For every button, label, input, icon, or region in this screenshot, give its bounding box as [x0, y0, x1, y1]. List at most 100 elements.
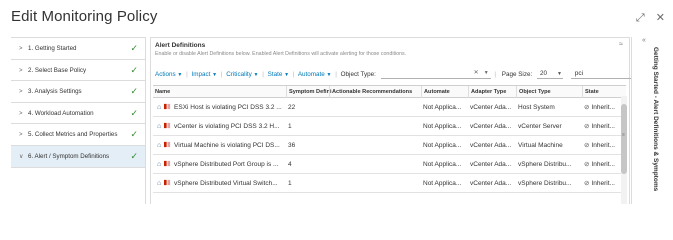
- alert-definitions-grid: Name Symptom Defini Actionable Recommend…: [153, 85, 626, 205]
- toolbar-divider: |: [186, 71, 188, 78]
- cell-symptom: 22: [288, 104, 296, 111]
- step-label: 3. Analysis Settings: [28, 88, 82, 95]
- check-icon: ✓: [130, 64, 138, 75]
- table-row[interactable]: ⌂ vSphere Distributed Virtual Switch... …: [153, 174, 626, 193]
- cell-name: ⌂ ESXi Host is violating PCI DSS 3.2 ...: [157, 103, 282, 111]
- toolbar-divider: |: [220, 71, 223, 78]
- step-getting-started[interactable]: >1. Getting Started ✓: [11, 38, 145, 60]
- header-buttons: ⤢ ✕: [628, 11, 665, 25]
- inherited-icon: ⊘: [584, 161, 590, 168]
- table-row[interactable]: ⌂ vCenter is violating PCI DSS 3.2 H... …: [153, 117, 626, 136]
- expand-icon[interactable]: ⤢: [636, 12, 645, 24]
- chevron-down-icon: ▼: [284, 72, 290, 78]
- search-input[interactable]: pci: [570, 69, 631, 80]
- table-row[interactable]: ⌂ vSphere Distributed Port Group is ... …: [153, 155, 626, 174]
- object-type-label: Object Type:: [340, 71, 376, 78]
- col-object-type[interactable]: Object Type: [516, 86, 582, 98]
- step-analysis-settings[interactable]: >3. Analysis Settings ✓: [11, 81, 145, 103]
- chevron-down-icon: ▼: [326, 72, 332, 78]
- table-row[interactable]: ⌂ ESXi Host is violating PCI DSS 3.2 ...…: [153, 98, 626, 117]
- grid-toolbar: Actions ▼ | Impact ▼ | Criticality ▼ | S…: [155, 68, 631, 81]
- col-automate[interactable]: Automate: [421, 86, 468, 98]
- impact-filter[interactable]: Impact ▼: [192, 71, 218, 78]
- cell-state: ⊘ Inherit...: [584, 104, 615, 111]
- collapse-panel-icon[interactable]: «: [642, 37, 646, 44]
- check-icon: ✓: [130, 129, 138, 139]
- cell-name: ⌂ vCenter is violating PCI DSS 3.2 H...: [157, 122, 280, 130]
- col-actionable-recommendations[interactable]: Actionable Recommendations: [329, 86, 423, 98]
- step-alert-symptom-definitions[interactable]: ∨ 6. Alert / Symptom Definitions ✓: [11, 145, 145, 168]
- step-collect-metrics[interactable]: >5. Collect Metrics and Properties ✓: [11, 124, 145, 146]
- chevron-down-icon: ▼: [212, 72, 218, 78]
- step-label: 1. Getting Started: [28, 45, 77, 52]
- chevron-down-icon: ▼: [253, 72, 259, 78]
- close-icon[interactable]: ✕: [656, 12, 665, 24]
- toolbar-divider: |: [335, 71, 337, 78]
- inherited-icon: ⊘: [584, 180, 590, 187]
- cell-state: ⊘ Inherit...: [584, 180, 615, 187]
- state-filter[interactable]: State ▼: [268, 71, 289, 78]
- cell-object-type: Host System: [518, 104, 555, 111]
- check-icon: ✓: [130, 107, 138, 118]
- grip-icon: ≡: [622, 132, 625, 138]
- page-size-select[interactable]: 20 ▼: [537, 69, 563, 80]
- object-type-select[interactable]: ✕ ▼: [380, 68, 491, 80]
- cell-adapter: vCenter Ada...: [470, 142, 512, 149]
- inherited-icon: ⊘: [584, 142, 590, 149]
- chevron-right-icon: >: [19, 89, 23, 95]
- chevron-right-icon: >: [19, 110, 23, 117]
- cell-symptom: 1: [288, 123, 292, 130]
- col-adapter-type[interactable]: Adapter Type: [468, 86, 516, 98]
- chevron-down-icon: ∨: [19, 153, 24, 160]
- section-title: Alert Definitions: [155, 42, 206, 49]
- cell-automate: Not Applica...: [423, 142, 462, 149]
- cell-name: ⌂ vSphere Distributed Port Group is ...: [157, 160, 279, 168]
- cell-adapter: vCenter Ada...: [470, 180, 512, 187]
- col-state[interactable]: State: [582, 86, 622, 98]
- home-icon: ⌂: [157, 161, 162, 168]
- help-side-panel: « Getting Started - Alert Definitions & …: [631, 37, 673, 204]
- cell-symptom: 1: [288, 180, 292, 187]
- check-icon: ✓: [130, 150, 138, 161]
- actions-menu[interactable]: Actions ▼: [155, 71, 182, 78]
- cell-object-type: vSphere Distribu...: [518, 180, 572, 187]
- step-select-base-policy[interactable]: >2. Select Base Policy ✓: [11, 60, 145, 81]
- col-name[interactable]: Name: [153, 86, 299, 98]
- side-panel-title[interactable]: Getting Started - Alert Definitions & Sy…: [652, 47, 659, 191]
- check-icon: ✓: [130, 86, 138, 96]
- col-symptom-definitions[interactable]: Symptom Defini: [286, 86, 334, 98]
- alert-icon: [164, 179, 171, 186]
- chevron-right-icon: >: [19, 46, 23, 52]
- cell-automate: Not Applica...: [423, 123, 462, 130]
- clear-icon[interactable]: ✕: [474, 68, 479, 78]
- step-workload-automation[interactable]: >4. Workload Automation ✓: [11, 103, 145, 124]
- alert-icon: [164, 160, 171, 167]
- grid-scrollbar-thumb[interactable]: ≡: [621, 104, 627, 174]
- dialog-header: Edit Monitoring Policy ⤢ ✕: [0, 0, 673, 36]
- chevron-right-icon: >: [19, 67, 23, 74]
- alert-icon: [164, 141, 171, 148]
- home-icon: ⌂: [157, 123, 162, 130]
- chevron-right-icon: >: [19, 132, 23, 138]
- toolbar-divider: |: [262, 71, 264, 78]
- criticality-filter[interactable]: Criticality ▼: [226, 71, 258, 78]
- dialog-title: Edit Monitoring Policy: [11, 8, 158, 25]
- inherited-icon: ⊘: [584, 104, 590, 111]
- chevron-down-icon: ▼: [483, 70, 489, 77]
- cell-state: ⊘ Inherit...: [584, 161, 615, 168]
- cell-automate: Not Applica...: [423, 180, 462, 187]
- inherited-icon: ⊘: [584, 123, 590, 130]
- automate-filter[interactable]: Automate ▼: [298, 71, 332, 78]
- cell-object-type: vSphere Distribu...: [518, 161, 572, 168]
- step-label: 2. Select Base Policy: [28, 66, 87, 74]
- cell-adapter: vCenter Ada...: [470, 123, 512, 130]
- cell-symptom: 36: [288, 142, 296, 149]
- collapse-section-icon[interactable]: ≈: [619, 41, 623, 48]
- wizard-steps: >1. Getting Started ✓ >2. Select Base Po…: [11, 37, 146, 204]
- section-description: Enable or disable Alert Definitions belo…: [155, 51, 407, 57]
- toolbar-divider: |: [292, 71, 295, 78]
- grid-header: Name Symptom Defini Actionable Recommend…: [153, 86, 626, 98]
- cell-automate: Not Applica...: [423, 104, 462, 111]
- table-row[interactable]: ⌂ Virtual Machine is violating PCI DS...…: [153, 136, 626, 155]
- page-size-label: Page Size:: [501, 71, 533, 78]
